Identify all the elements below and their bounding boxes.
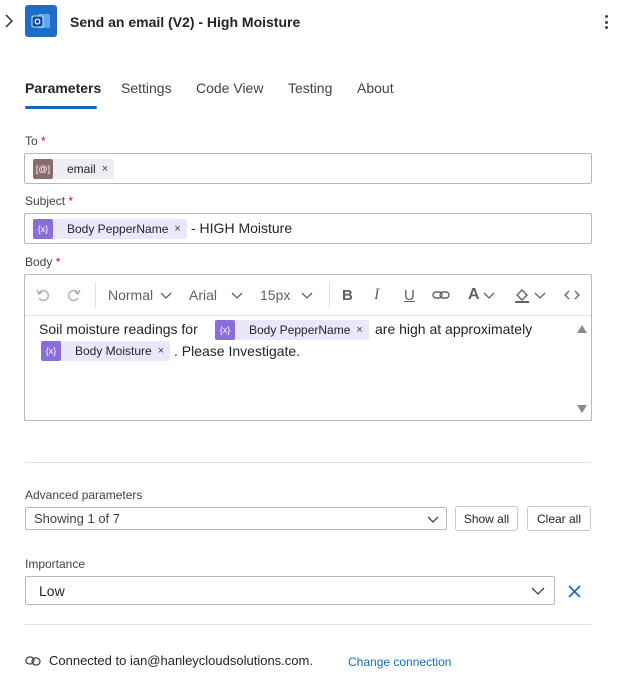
body-line2-suffix: . Please Investigate.	[174, 343, 301, 359]
tab-about[interactable]: About	[357, 80, 394, 96]
to-label: To *	[25, 134, 46, 148]
divider	[25, 624, 591, 625]
divider	[25, 462, 591, 463]
remove-token-icon[interactable]: ×	[102, 163, 114, 175]
remove-token-icon[interactable]: ×	[158, 345, 170, 357]
moisture-token[interactable]: {x} Body Moisture ×	[41, 341, 171, 361]
chevron-down-icon	[531, 587, 545, 595]
underline-icon[interactable]: U	[404, 274, 415, 316]
chevron-down-icon	[534, 292, 546, 299]
font-size-dropdown[interactable]: 15px	[260, 274, 314, 316]
link-icon[interactable]	[432, 274, 450, 316]
more-vertical-icon[interactable]	[598, 12, 614, 32]
italic-icon[interactable]: I	[374, 274, 379, 316]
undo-icon[interactable]	[35, 274, 51, 316]
expression-icon: {x}	[33, 219, 53, 239]
bold-icon[interactable]: B	[342, 274, 353, 316]
remove-token-icon[interactable]: ×	[356, 324, 368, 336]
scroll-up-arrow[interactable]	[577, 325, 587, 333]
tab-code-view[interactable]: Code View	[196, 80, 263, 96]
advanced-parameters-select[interactable]: Showing 1 of 7	[25, 507, 447, 530]
chevron-down-icon	[483, 292, 495, 299]
pepper-name-token[interactable]: {x} Body PepperName ×	[215, 320, 369, 340]
subject-suffix-text: - HIGH Moisture	[191, 220, 293, 236]
connection-icon	[25, 656, 41, 666]
chevron-right-icon[interactable]	[4, 13, 14, 29]
body-label: Body *	[25, 255, 61, 269]
font-family-dropdown[interactable]: Arial	[189, 274, 244, 316]
importance-select[interactable]: Low	[25, 576, 555, 605]
font-color-icon[interactable]: A	[468, 274, 496, 316]
advanced-parameters-label: Advanced parameters	[25, 488, 143, 502]
importance-label: Importance	[25, 557, 86, 571]
outlook-icon: O	[25, 5, 57, 37]
remove-token-icon[interactable]: ×	[174, 223, 186, 235]
dynamic-content-icon: [@]	[33, 159, 53, 179]
change-connection-link[interactable]: Change connection	[348, 655, 451, 669]
scroll-down-arrow[interactable]	[577, 405, 587, 413]
to-field[interactable]: [@] email ×	[24, 153, 592, 184]
clear-importance-icon[interactable]	[567, 584, 582, 599]
active-tab-indicator	[25, 106, 97, 109]
body-line1-prefix: Soil moisture readings for	[39, 321, 198, 337]
body-line1-suffix: are high at approximately	[375, 321, 533, 337]
code-view-icon[interactable]	[564, 274, 580, 316]
pepper-name-token[interactable]: {x} Body PepperName ×	[33, 219, 187, 239]
redo-icon[interactable]	[66, 274, 82, 316]
subject-field[interactable]: {x} Body PepperName × - HIGH Moisture	[24, 213, 592, 244]
svg-text:O: O	[34, 18, 40, 27]
paragraph-format-dropdown[interactable]: Normal	[108, 274, 173, 316]
chevron-down-icon	[160, 292, 172, 299]
chevron-down-icon	[427, 516, 439, 523]
expression-icon: {x}	[215, 320, 235, 340]
clear-all-button[interactable]: Clear all	[527, 506, 591, 531]
action-title: Send an email (V2) - High Moisture	[70, 14, 301, 30]
expression-icon: {x}	[41, 341, 61, 361]
rich-text-toolbar: Normal Arial 15px B I U A	[25, 274, 591, 316]
chevron-down-icon	[301, 292, 313, 299]
tab-parameters[interactable]: Parameters	[25, 80, 101, 96]
chevron-down-icon	[231, 292, 243, 299]
tab-testing[interactable]: Testing	[288, 80, 332, 96]
tab-settings[interactable]: Settings	[121, 80, 172, 96]
subject-label: Subject *	[25, 194, 74, 208]
show-all-button[interactable]: Show all	[455, 506, 518, 531]
email-token[interactable]: [@] email ×	[33, 159, 115, 179]
highlight-color-icon[interactable]	[513, 274, 547, 316]
connection-status-text: Connected to ian@hanleycloudsolutions.co…	[49, 653, 313, 668]
